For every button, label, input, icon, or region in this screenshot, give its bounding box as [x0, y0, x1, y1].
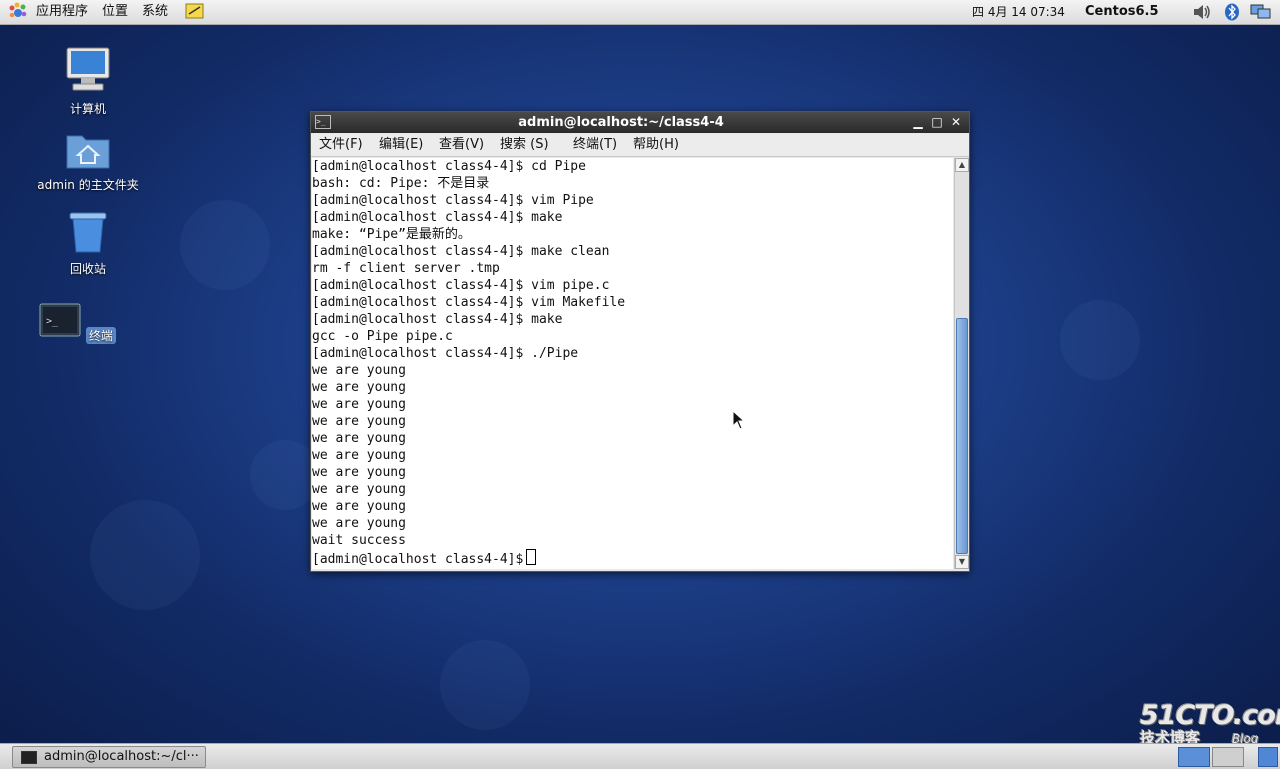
- applications-menu-label: 应用程序: [36, 4, 89, 19]
- terminal-prompt-line[interactable]: [admin@localhost class4-4]$: [312, 549, 953, 567]
- desktop-icon-label: 计算机: [69, 102, 106, 116]
- terminal-line: we are young: [312, 516, 406, 531]
- mouse-pointer-icon: [732, 410, 746, 430]
- terminal-prompt: [admin@localhost class4-4]$: [312, 552, 524, 567]
- menu-view[interactable]: 查看(V): [439, 134, 484, 156]
- desktop-icon-terminal[interactable]: >_ 终端: [22, 302, 132, 344]
- home-folder-icon: [66, 135, 110, 169]
- network-icon[interactable]: [1250, 3, 1271, 21]
- menu-edit[interactable]: 编辑(E): [379, 134, 423, 156]
- minimize-button[interactable]: ▁: [910, 114, 926, 130]
- terminal-line: [admin@localhost class4-4]$ make: [312, 210, 563, 225]
- notepad-icon: [185, 3, 204, 19]
- svg-text:>_: >_: [46, 316, 59, 327]
- terminal-line: we are young: [312, 431, 406, 446]
- terminal-line: bash: cd: Pipe: 不是目录: [312, 176, 490, 191]
- menu-help[interactable]: 帮助(H): [633, 134, 679, 156]
- scroll-down-arrow[interactable]: ▼: [955, 555, 969, 569]
- desktop-icon-computer[interactable]: 计算机: [33, 46, 143, 117]
- terminal-line: [admin@localhost class4-4]$ vim Makefile: [312, 295, 626, 310]
- terminal-line: we are young: [312, 482, 406, 497]
- desktop-icon-label: admin 的主文件夹: [37, 178, 139, 192]
- workspace-switcher[interactable]: [1178, 747, 1278, 767]
- desktop-icon-trash[interactable]: 回收站: [33, 210, 143, 277]
- window-title: admin@localhost:~/class4-4: [518, 115, 724, 130]
- terminal-line: we are young: [312, 363, 406, 378]
- terminal-line: we are young: [312, 397, 406, 412]
- top-panel: 应用程序 位置 系统 四 4月 14 07:34 Centos6.5: [0, 0, 1280, 25]
- menu-terminal[interactable]: 终端(T): [573, 134, 617, 156]
- terminal-menubar: 文件(F) 编辑(E) 查看(V) 搜索 (S) 终端(T) 帮助(H): [311, 134, 969, 157]
- trash-icon: [69, 212, 107, 253]
- watermark: 51CTO.com 技术博客 Blog: [1140, 700, 1280, 748]
- terminal-line: [admin@localhost class4-4]$ vim pipe.c: [312, 278, 610, 293]
- terminal-line: make: “Pipe”是最新的。: [312, 227, 471, 242]
- workspace-3[interactable]: [1258, 747, 1278, 767]
- scroll-up-arrow[interactable]: ▲: [955, 158, 969, 172]
- workspace-1[interactable]: [1178, 747, 1210, 767]
- desktop-icon-label: 终端: [85, 327, 116, 344]
- terminal-line: we are young: [312, 380, 406, 395]
- gnome-foot-icon: [9, 2, 27, 18]
- close-button[interactable]: ✕: [948, 114, 964, 130]
- terminal-line: we are young: [312, 499, 406, 514]
- terminal-line: rm -f client server .tmp: [312, 261, 500, 276]
- vertical-scrollbar[interactable]: ▲ ▼: [954, 158, 969, 569]
- terminal-output[interactable]: [admin@localhost class4-4]$ cd Pipe bash…: [312, 158, 953, 569]
- terminal-line: [admin@localhost class4-4]$ make clean: [312, 244, 610, 259]
- terminal-line: we are young: [312, 465, 406, 480]
- menu-search[interactable]: 搜索 (S): [500, 134, 549, 156]
- text-editor-launcher[interactable]: [185, 2, 205, 20]
- volume-icon[interactable]: [1192, 3, 1210, 21]
- bluetooth-icon[interactable]: [1224, 3, 1242, 21]
- window-titlebar[interactable]: >_ admin@localhost:~/class4-4 ▁ □ ✕: [311, 112, 969, 133]
- clock[interactable]: 四 4月 14 07:34: [972, 0, 1065, 24]
- workspace-2[interactable]: [1212, 747, 1244, 767]
- text-cursor: [526, 549, 537, 565]
- terminal-line: [admin@localhost class4-4]$ cd Pipe: [312, 159, 586, 174]
- maximize-button[interactable]: □: [929, 114, 945, 130]
- terminal-line: [admin@localhost class4-4]$ ./Pipe: [312, 346, 579, 361]
- terminal-line: we are young: [312, 448, 406, 463]
- bottom-panel: admin@localhost:~/cl···: [0, 743, 1280, 769]
- terminal-icon: [21, 751, 37, 764]
- computer-icon: [66, 47, 110, 91]
- desktop-icon-home[interactable]: admin 的主文件夹: [33, 130, 143, 193]
- terminal-line: [admin@localhost class4-4]$ vim Pipe: [312, 193, 594, 208]
- taskbar-item-terminal[interactable]: admin@localhost:~/cl···: [12, 746, 206, 768]
- hostname-label: Centos6.5: [1085, 4, 1159, 19]
- desktop-icon-label: 回收站: [69, 262, 106, 276]
- terminal-line: we are young: [312, 414, 406, 429]
- system-menu[interactable]: 系统: [142, 0, 168, 24]
- terminal-window[interactable]: >_ admin@localhost:~/class4-4 ▁ □ ✕ 文件(F…: [310, 111, 970, 572]
- terminal-icon: >_: [39, 303, 81, 337]
- places-menu[interactable]: 位置: [102, 0, 128, 24]
- menu-file[interactable]: 文件(F): [319, 134, 363, 156]
- terminal-line: [admin@localhost class4-4]$ make: [312, 312, 563, 327]
- taskbar-item-label: admin@localhost:~/cl···: [44, 749, 199, 764]
- terminal-line: gcc -o Pipe pipe.c: [312, 329, 453, 344]
- scroll-thumb[interactable]: [956, 318, 968, 554]
- terminal-line: wait success: [312, 533, 406, 548]
